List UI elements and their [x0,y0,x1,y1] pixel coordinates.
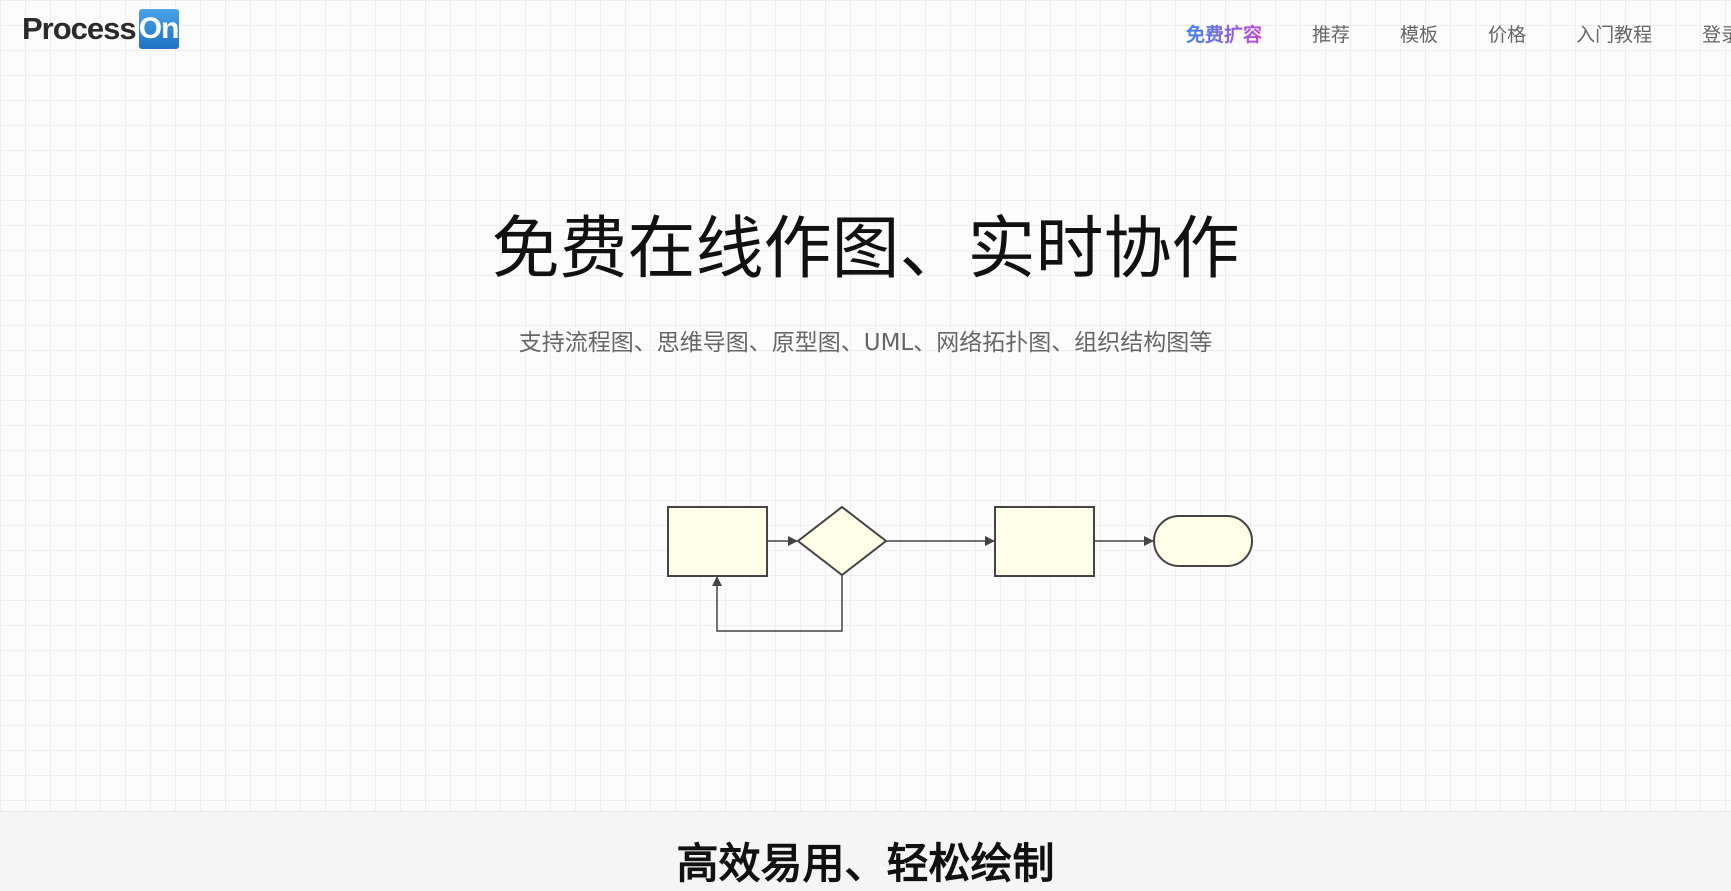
flowchart-illustration [667,505,1253,632]
logo-badge: On [138,9,179,49]
process-box-middle [994,506,1095,577]
logo-wordmark: Process [22,11,137,46]
page: Process On 免费扩容 推荐 模板 价格 入门教程 登录 免费在线作图、… [0,0,1731,891]
nav-templates[interactable]: 模板 [1400,20,1438,50]
top-nav: 免费扩容 推荐 模板 价格 入门教程 登录 [1186,20,1731,50]
hero-title: 免费在线作图、实时协作 [491,210,1240,289]
nav-recommend[interactable]: 推荐 [1312,20,1350,50]
decision-diamond [796,505,888,577]
processon-logo[interactable]: Process On [22,9,179,49]
nav-free-expand[interactable]: 免费扩容 [1186,20,1262,50]
nav-pricing[interactable]: 价格 [1488,20,1526,50]
hero-subtitle: 支持流程图、思维导图、原型图、UML、网络拓扑图、组织结构图等 [518,330,1213,356]
nav-login[interactable]: 登录 [1702,20,1731,50]
hero-grid-background [0,0,1731,811]
process-box-start [667,506,768,577]
features-section-title: 高效易用、轻松绘制 [676,839,1055,888]
loop-back-arrow [712,575,843,632]
nav-tutorial[interactable]: 入门教程 [1576,20,1652,50]
terminator-rounded [1153,515,1253,567]
